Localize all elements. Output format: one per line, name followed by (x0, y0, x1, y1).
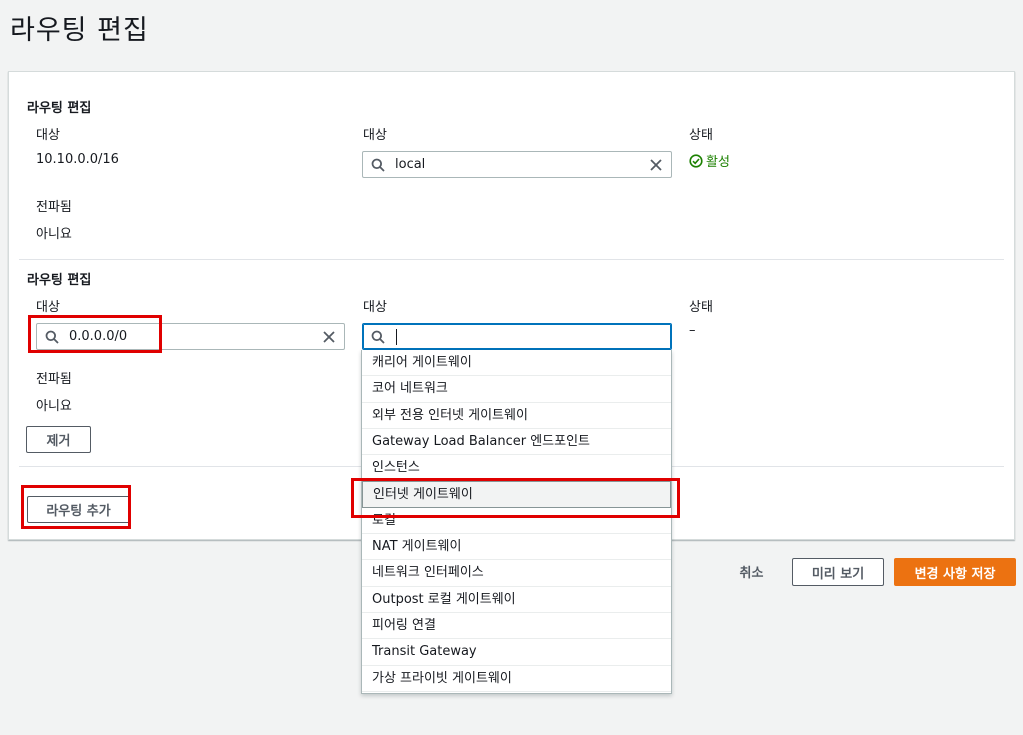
search-icon (371, 330, 385, 344)
route1-propagated-value: 아니요 (36, 227, 72, 242)
target-dropdown-list: 캐리어 게이트웨이 코어 네트워크 외부 전용 인터넷 게이트웨이 Gatewa… (361, 350, 672, 694)
route2-destination-label: 대상 (36, 300, 60, 315)
dropdown-option[interactable]: 캐리어 게이트웨이 (362, 350, 671, 377)
cancel-button[interactable]: 취소 (724, 558, 779, 585)
search-icon (371, 158, 385, 172)
route1-target-value: local (395, 157, 426, 172)
route2-status-value: – (689, 323, 696, 338)
dropdown-option[interactable]: Outpost 로컬 게이트웨이 (362, 587, 671, 613)
route2-target-input[interactable] (362, 323, 672, 350)
divider (19, 259, 1004, 260)
route2-status-label: 상태 (689, 300, 713, 315)
dropdown-option[interactable]: 외부 전용 인터넷 게이트웨이 (362, 403, 671, 429)
check-circle-icon (689, 154, 703, 168)
page-title: 라우팅 편집 (10, 15, 149, 46)
route1-target-label: 대상 (363, 128, 387, 143)
annotation-highlight-destination (28, 315, 162, 353)
dropdown-option[interactable]: Transit Gateway (362, 639, 671, 666)
annotation-highlight-add-route (21, 485, 131, 529)
route1-propagated-label: 전파됨 (36, 200, 72, 215)
route1-destination-value: 10.10.0.0/16 (36, 152, 119, 167)
preview-button[interactable]: 미리 보기 (792, 558, 884, 586)
text-caret (396, 329, 397, 345)
route1-status-label: 상태 (689, 128, 713, 143)
route1-status-value: 활성 (706, 155, 730, 170)
route2-propagated-value: 아니요 (36, 399, 72, 414)
dropdown-option[interactable]: 가상 프라이빗 게이트웨이 (362, 666, 671, 692)
clear-icon[interactable] (649, 158, 663, 172)
route1-destination-label: 대상 (36, 128, 60, 143)
route2-target-label: 대상 (363, 300, 387, 315)
route1-section-title: 라우팅 편집 (27, 101, 92, 116)
dropdown-option[interactable]: Gateway Load Balancer 엔드포인트 (362, 429, 671, 456)
dropdown-option[interactable]: NAT 게이트웨이 (362, 534, 671, 561)
save-changes-button[interactable]: 변경 사항 저장 (894, 558, 1016, 586)
route2-section-title: 라우팅 편집 (27, 273, 92, 288)
route1-status: 활성 (689, 151, 730, 170)
dropdown-option[interactable]: 코어 네트워크 (362, 376, 671, 403)
route1-target-input[interactable]: local (362, 151, 672, 178)
annotation-highlight-internet-gateway (351, 478, 680, 518)
clear-icon[interactable] (322, 330, 336, 344)
remove-button[interactable]: 제거 (26, 426, 91, 453)
dropdown-option[interactable]: 네트워크 인터페이스 (362, 560, 671, 587)
route2-propagated-label: 전파됨 (36, 372, 72, 387)
dropdown-option[interactable]: 피어링 연결 (362, 613, 671, 640)
